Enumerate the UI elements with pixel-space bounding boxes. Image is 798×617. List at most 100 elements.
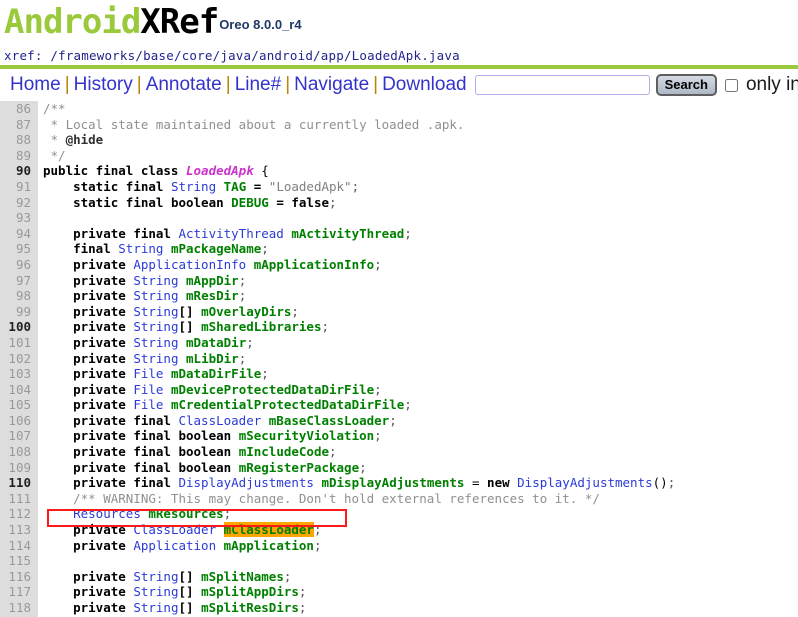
code-token-pun: ; <box>329 194 337 210</box>
code-token-typ[interactable]: String <box>133 584 178 599</box>
code-token-typ[interactable]: File <box>133 366 171 381</box>
line-number[interactable]: 107 <box>0 428 38 445</box>
code-line: 109 private final boolean mRegisterPacka… <box>0 459 798 476</box>
search-input[interactable] <box>474 75 650 95</box>
nav-link-download[interactable]: Download <box>382 74 467 96</box>
line-number[interactable]: 101 <box>0 334 38 351</box>
code-line-text: private String mAppDir; <box>38 273 246 289</box>
code-token-typ[interactable]: String <box>133 288 186 303</box>
code-token-typ[interactable]: String <box>118 241 171 256</box>
code-token-typ[interactable]: File <box>133 397 171 412</box>
xref-path[interactable]: /frameworks/base/core/java/android/app/L… <box>50 48 459 63</box>
code-line-text: private final ActivityThread mActivityTh… <box>38 226 412 242</box>
line-number[interactable]: 109 <box>0 459 38 476</box>
search-button[interactable]: Search <box>655 74 717 96</box>
line-number[interactable]: 116 <box>0 568 38 585</box>
line-number[interactable]: 87 <box>0 116 38 133</box>
nav-link-history[interactable]: History <box>74 74 133 96</box>
code-token-pun: ; <box>298 584 307 600</box>
line-number[interactable]: 98 <box>0 288 38 304</box>
source-code-viewer[interactable]: 86/** 87 * Local state maintained about a… <box>0 101 798 617</box>
code-token-typ[interactable]: Resources <box>73 506 148 521</box>
line-number[interactable]: 117 <box>0 584 38 600</box>
code-token-pun: ; <box>238 350 247 366</box>
code-token-typ[interactable]: ClassLoader <box>178 413 268 428</box>
code-token-var: mCredentialProtectedDataDirFile <box>170 397 405 413</box>
line-number[interactable]: 112 <box>0 506 38 523</box>
nav-link-home[interactable]: Home <box>10 74 61 96</box>
code-token-pun: ; <box>359 459 367 475</box>
line-number[interactable]: 97 <box>0 272 38 289</box>
code-line: 89 */ <box>0 147 798 164</box>
nav-link-navigate[interactable]: Navigate <box>294 74 369 96</box>
code-token-typ[interactable]: ApplicationInfo <box>133 257 253 272</box>
code-token-typ[interactable]: String <box>171 179 224 194</box>
code-token-typ[interactable]: DisplayAdjustments <box>178 475 321 490</box>
code-token-typ[interactable]: ClassLoader <box>133 522 223 537</box>
code-token-kw: [] <box>178 600 202 615</box>
line-number[interactable]: 104 <box>0 381 38 398</box>
nav-link-annotate[interactable]: Annotate <box>146 74 222 96</box>
code-token-pun: ; <box>404 225 412 241</box>
code-token-var: mRegisterPackage <box>238 459 360 475</box>
code-line-text: private ClassLoader mClassLoader; <box>38 522 321 538</box>
line-number[interactable]: 103 <box>0 366 38 382</box>
code-token-var: mPackageName <box>170 241 262 257</box>
line-number[interactable]: 110 <box>0 475 38 491</box>
code-token-var: mSplitAppDirs <box>201 584 299 600</box>
site-header: AndroidXRefOreo 8.0.0_r4 <box>0 0 798 48</box>
code-token-typ[interactable]: String <box>133 273 186 288</box>
code-token-cls[interactable]: LoadedApk <box>186 163 254 178</box>
code-token-pun: ; <box>667 475 676 491</box>
code-token-typ[interactable]: Application <box>133 538 223 553</box>
line-number[interactable]: 96 <box>0 256 38 273</box>
line-number[interactable]: 99 <box>0 303 38 320</box>
line-number[interactable]: 114 <box>0 537 38 554</box>
code-token-typ[interactable]: String <box>133 600 178 615</box>
code-token-typ[interactable]: ActivityThread <box>178 226 291 241</box>
line-number[interactable]: 108 <box>0 444 38 460</box>
line-number[interactable]: 90 <box>0 163 38 179</box>
line-number[interactable]: 95 <box>0 241 38 257</box>
line-number[interactable]: 106 <box>0 412 38 429</box>
line-number[interactable]: 89 <box>0 147 38 164</box>
code-token-kw: private <box>73 334 134 350</box>
code-token-typ[interactable]: String <box>133 335 186 350</box>
code-line: 114 private Application mApplication; <box>0 537 798 554</box>
only-in-file-checkbox[interactable] <box>724 78 738 92</box>
line-number[interactable]: 88 <box>0 132 38 148</box>
line-number[interactable]: 115 <box>0 553 38 569</box>
code-token-pun: ; <box>223 506 232 522</box>
line-number[interactable]: 111 <box>0 490 38 507</box>
nav-link-linenumber[interactable]: Line# <box>235 74 282 96</box>
line-number[interactable]: 94 <box>0 225 38 242</box>
line-number[interactable]: 91 <box>0 178 38 195</box>
line-number[interactable]: 105 <box>0 397 38 413</box>
nav-separator: | <box>373 74 379 95</box>
code-token-kw: private <box>73 600 134 615</box>
code-token-typ[interactable]: String <box>133 304 178 319</box>
code-token-var: mApplication <box>223 537 314 553</box>
line-number[interactable]: 118 <box>0 600 38 616</box>
code-line: 86 /** <box>0 101 798 117</box>
line-number[interactable]: 92 <box>0 194 38 211</box>
line-number[interactable]: 113 <box>0 522 38 538</box>
code-token-typ[interactable]: String <box>133 319 178 334</box>
code-token-var: mSplitNames <box>201 568 284 584</box>
line-number[interactable]: 102 <box>0 350 38 367</box>
line-number[interactable]: 86 <box>0 101 38 117</box>
code-token-kw: private final <box>73 225 179 241</box>
code-token-kw: final <box>73 241 119 257</box>
code-line-text: private ApplicationInfo mApplicationInfo… <box>38 257 382 273</box>
line-number[interactable]: 100 <box>0 319 38 335</box>
code-token-typ[interactable]: String <box>133 569 178 584</box>
code-token-typ[interactable]: String <box>133 351 186 366</box>
code-token-typ[interactable]: File <box>133 382 171 397</box>
code-token-typ[interactable]: DisplayAdjustments <box>517 475 652 490</box>
code-line-text: private Application mApplication; <box>38 538 321 554</box>
line-number[interactable]: 93 <box>0 210 38 226</box>
